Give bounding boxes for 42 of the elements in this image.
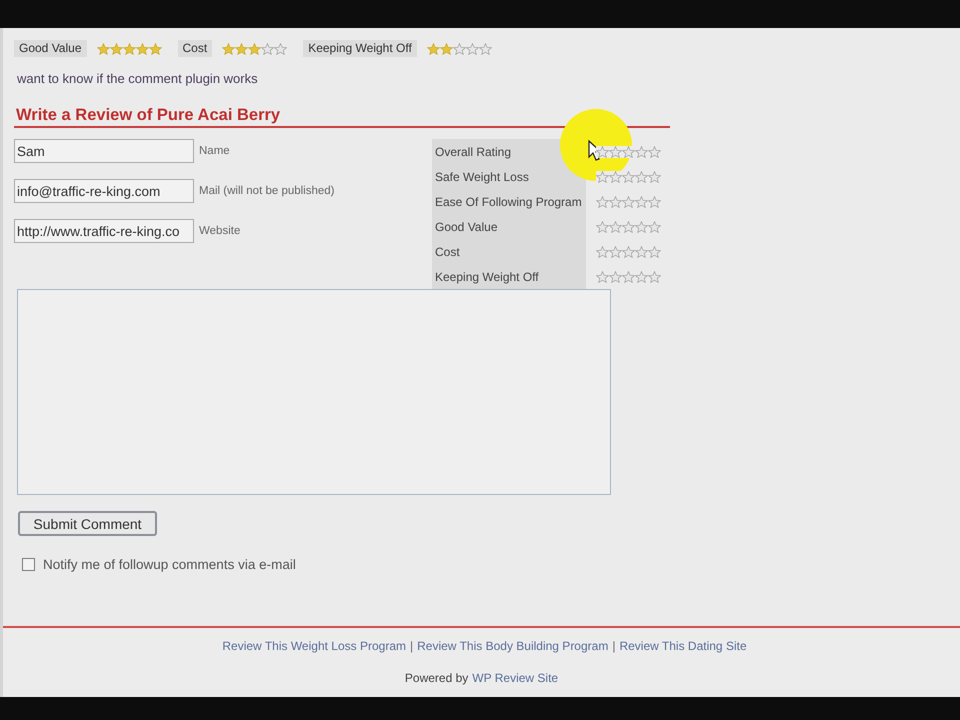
comment-field[interactable] xyxy=(17,289,611,495)
rating-label: Good Value xyxy=(432,214,586,239)
star-icon xyxy=(248,42,262,54)
rating-label: Keeping Weight Off xyxy=(432,264,586,289)
text-field[interactable]: info@traffic-re-king.com xyxy=(14,179,194,203)
notify-label: Notify me of followup comments via e-mail xyxy=(43,557,296,572)
star-icon xyxy=(136,42,148,54)
text-field[interactable]: http://www.traffic-re-king.co xyxy=(14,219,194,243)
star-icon xyxy=(261,42,274,54)
star-icon xyxy=(274,42,288,54)
separator-text: | xyxy=(612,639,616,653)
separator-text: | xyxy=(410,639,414,653)
cursor-highlight-icon xyxy=(559,108,633,182)
footer-link[interactable]: Review This Dating Site xyxy=(619,639,747,653)
rating-label: Safe Weight Loss xyxy=(432,164,586,189)
star-icon xyxy=(148,42,162,54)
footer-link[interactable]: WP Review Site xyxy=(472,671,558,685)
field-label: Mail (will not be published) xyxy=(199,185,335,197)
star-icon xyxy=(110,42,122,54)
field-label: Website xyxy=(199,225,240,237)
notify-checkbox[interactable] xyxy=(22,558,35,571)
star-icon xyxy=(235,42,248,54)
star-icon xyxy=(96,42,110,54)
star-icon xyxy=(122,42,136,54)
footer-link[interactable]: Review This Body Building Program xyxy=(417,639,608,653)
rating-label: Keeping Weight Off xyxy=(303,40,417,57)
comment-text: want to know if the comment plugin works xyxy=(17,72,259,86)
text-field[interactable]: Sam xyxy=(14,139,194,163)
star-icon xyxy=(222,42,236,54)
powered-by-text: Powered by xyxy=(404,671,468,685)
rating-label: Ease Of Following Program xyxy=(432,189,586,214)
rating-label: Cost xyxy=(432,239,586,264)
submit-button[interactable]: Submit Comment xyxy=(18,511,157,536)
field-label: Name xyxy=(199,145,230,157)
star-icon xyxy=(440,42,453,54)
star-icon xyxy=(466,42,479,54)
star-icon xyxy=(426,42,440,54)
star-icon xyxy=(452,42,466,54)
star-icon xyxy=(478,42,492,54)
rating-label: Good Value xyxy=(14,40,86,57)
rating-label: Cost xyxy=(178,40,212,57)
footer-link[interactable]: Review This Weight Loss Program xyxy=(222,639,406,653)
